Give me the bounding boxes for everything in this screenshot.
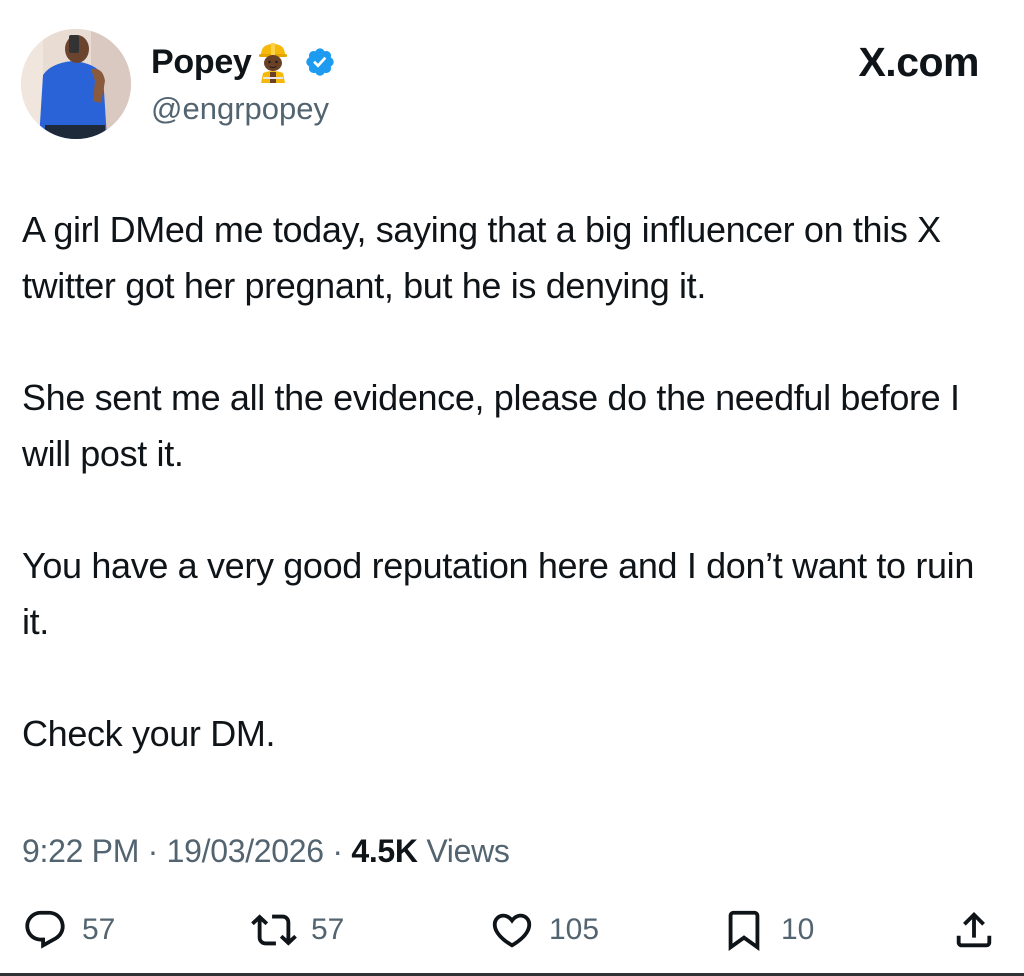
reply-button[interactable]: 57 — [22, 906, 115, 954]
tweet-card: Popey @engrpopey X.com A girl DMed me to… — [0, 0, 1024, 976]
tweet-text: A girl DMed me today, saying that a big … — [22, 202, 1007, 818]
repost-count: 57 — [311, 913, 345, 946]
share-icon — [951, 907, 997, 953]
bookmark-icon — [721, 907, 767, 953]
construction-worker-emoji-icon — [256, 41, 290, 83]
display-name[interactable]: Popey — [151, 38, 252, 86]
views-count: 4.5K — [351, 833, 418, 869]
reply-icon — [22, 907, 68, 953]
tweet-meta: 9:22 PM · 19/03/2026 · 4.5K Views — [22, 829, 510, 873]
author-handle[interactable]: @engrpopey — [151, 88, 329, 130]
tweet-paragraph: A girl DMed me today, saying that a big … — [22, 209, 941, 306]
avatar[interactable] — [21, 29, 131, 139]
meta-separator: · — [139, 833, 167, 869]
author-name-row: Popey — [151, 38, 336, 86]
repost-button[interactable]: 57 — [251, 906, 344, 954]
tweet-paragraph: Check your DM. — [22, 713, 276, 754]
tweet-date[interactable]: 19/03/2026 — [167, 833, 324, 869]
like-button[interactable]: 105 — [489, 906, 599, 954]
heart-icon — [489, 907, 535, 953]
share-button[interactable] — [951, 906, 997, 954]
reply-count: 57 — [82, 913, 116, 946]
verified-badge-icon[interactable] — [304, 46, 336, 78]
bookmark-button[interactable]: 10 — [721, 906, 814, 954]
meta-separator: · — [323, 833, 352, 869]
brand-logo-text: X.com — [858, 39, 979, 85]
tweet-time[interactable]: 9:22 PM — [22, 833, 139, 869]
repost-icon — [251, 907, 297, 953]
tweet-paragraph: She sent me all the evidence, please do … — [22, 377, 960, 474]
bookmark-count: 10 — [781, 913, 815, 946]
views-label: Views — [417, 833, 510, 869]
tweet-paragraph: You have a very good reputation here and… — [22, 545, 975, 642]
like-count: 105 — [549, 913, 600, 946]
